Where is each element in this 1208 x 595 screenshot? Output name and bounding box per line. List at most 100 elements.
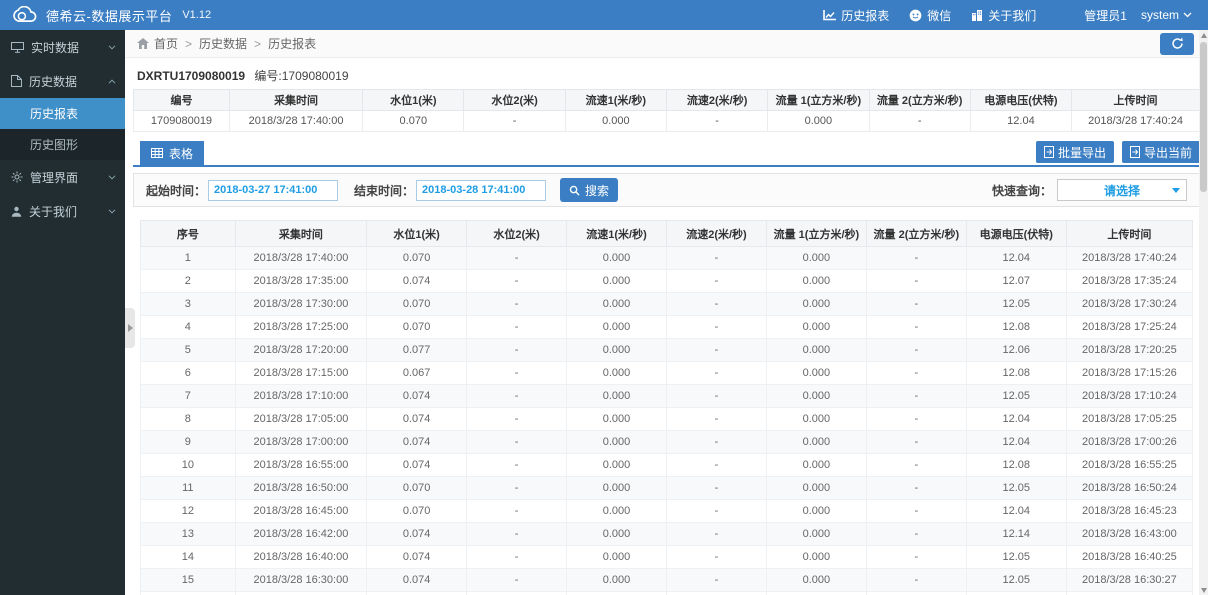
app-title: 德希云-数据展示平台 [46, 6, 172, 25]
table-row: 62018/3/28 17:15:000.067-0.000-0.000-12.… [141, 362, 1193, 385]
table-row: 52018/3/28 17:20:000.077-0.000-0.000-12.… [141, 339, 1193, 362]
table-cell: - [467, 454, 567, 477]
table-cell: 2018/3/28 16:50:24 [1066, 477, 1192, 500]
table-cell: - [666, 111, 767, 132]
quick-query-label: 快速查询： [992, 182, 1052, 199]
sidebar-collapse-handle[interactable] [125, 308, 135, 348]
table-cell: 2018/3/28 16:25:00 [235, 592, 367, 595]
sidebar-item-admin[interactable]: 管理界面 [0, 160, 125, 194]
table-cell: - [866, 569, 966, 592]
table-cell: - [467, 592, 567, 595]
table-cell: 0.000 [567, 385, 667, 408]
table-cell: - [666, 500, 766, 523]
table-cell: - [866, 408, 966, 431]
table-cell: - [666, 362, 766, 385]
device-name: DXRTU1709080019 [137, 69, 245, 83]
export-current-button[interactable]: 导出当前 [1122, 141, 1200, 163]
breadcrumb-history-data[interactable]: 历史数据 [178, 35, 247, 52]
table-cell: 0.000 [567, 270, 667, 293]
table-cell: 2018/3/28 17:40:24 [1066, 247, 1192, 270]
column-header: 水位2(米) [464, 90, 565, 111]
scroll-up-arrow[interactable] [1199, 30, 1208, 40]
table-row: 42018/3/28 17:25:000.070-0.000-0.000-12.… [141, 316, 1193, 339]
table-cell: - [866, 592, 966, 595]
table-cell: 12.04 [966, 408, 1066, 431]
table-cell: 2018/3/28 16:45:00 [235, 500, 367, 523]
table-cell: - [666, 592, 766, 595]
table-cell: 0.070 [367, 500, 467, 523]
table-cell: - [467, 523, 567, 546]
start-time-label: 起始时间： [146, 182, 206, 199]
table-cell: 0.000 [567, 339, 667, 362]
refresh-button[interactable] [1160, 33, 1194, 55]
breadcrumb: 首页 历史数据 历史报表 [125, 30, 1208, 58]
nav-link-wechat[interactable]: 微信 [909, 7, 951, 24]
table-cell: 0.000 [567, 592, 667, 595]
table-cell: - [464, 111, 565, 132]
search-button[interactable]: 搜索 [560, 178, 618, 202]
navbar-right: 历史报表 微信 关于我们 管理员1 system [823, 7, 1208, 24]
table-cell: 0.000 [766, 592, 866, 595]
table-cell: - [467, 385, 567, 408]
search-icon [569, 185, 580, 196]
brand: 德希云-数据展示平台 V1.12 [0, 6, 211, 25]
table-cell: 0.070 [367, 293, 467, 316]
table-cell: - [467, 247, 567, 270]
column-header: 流速2(米/秒) [666, 221, 766, 247]
sidebar-item-history-report[interactable]: 历史报表 [0, 98, 125, 129]
sidebar-item-history-graph[interactable]: 历史图形 [0, 129, 125, 160]
column-header: 流量 2(立方米/秒) [869, 90, 970, 111]
table-cell: 0.074 [367, 385, 467, 408]
cloud-logo-icon [10, 6, 38, 25]
table-cell: - [666, 454, 766, 477]
table-cell: 2018/3/28 17:25:00 [235, 316, 367, 339]
table-cell: - [866, 500, 966, 523]
table-cell: 12.07 [966, 270, 1066, 293]
tab-table[interactable]: 表格 [140, 141, 204, 165]
batch-export-button[interactable]: 批量导出 [1036, 141, 1114, 163]
breadcrumb-home[interactable]: 首页 [154, 35, 178, 52]
nav-link-history-report[interactable]: 历史报表 [823, 7, 889, 24]
table-row: 122018/3/28 16:45:000.070-0.000-0.000-12… [141, 500, 1193, 523]
table-cell: 2018/3/28 17:40:00 [235, 247, 367, 270]
table-cell: 16 [141, 592, 236, 595]
sidebar-item-history-data[interactable]: 历史数据 [0, 64, 125, 98]
end-time-input[interactable] [416, 180, 546, 201]
table-cell: 2018/3/28 16:42:00 [235, 523, 367, 546]
sidebar-item-realtime-data[interactable]: 实时数据 [0, 30, 125, 64]
nav-link-about-us[interactable]: 关于我们 [971, 7, 1036, 24]
column-header: 采集时间 [229, 90, 362, 111]
user-menu[interactable]: system [1141, 8, 1192, 22]
chart-icon [823, 10, 836, 21]
table-cell: - [666, 293, 766, 316]
table-cell: 12.04 [966, 247, 1066, 270]
table-row: 132018/3/28 16:42:000.074-0.000-0.000-12… [141, 523, 1193, 546]
table-cell: 0.000 [766, 431, 866, 454]
sidebar-item-about[interactable]: 关于我们 [0, 194, 125, 228]
table-cell: 2018/3/28 17:30:00 [235, 293, 367, 316]
table-cell: 2018/3/28 16:30:00 [235, 569, 367, 592]
grid-icon [151, 148, 163, 158]
refresh-icon [1171, 37, 1184, 50]
table-cell: 0.000 [766, 523, 866, 546]
table-cell: 0.070 [363, 111, 464, 132]
table-cell: - [467, 477, 567, 500]
vertical-scrollbar [1199, 30, 1208, 595]
table-cell: 0.074 [367, 431, 467, 454]
table-row: 22018/3/28 17:35:000.074-0.000-0.000-12.… [141, 270, 1193, 293]
table-cell: 12.05 [966, 293, 1066, 316]
scroll-down-arrow[interactable] [1199, 585, 1208, 595]
table-cell: 1 [141, 247, 236, 270]
table-cell: - [666, 247, 766, 270]
scrollbar-thumb[interactable] [1200, 42, 1207, 192]
table-cell: 2018/3/28 17:20:25 [1066, 339, 1192, 362]
quick-query-select[interactable]: 请选择 [1057, 179, 1187, 201]
table-cell: 0.000 [567, 362, 667, 385]
table-cell: 12.08 [966, 362, 1066, 385]
start-time-input[interactable] [208, 180, 338, 201]
monitor-icon [11, 42, 24, 53]
table-cell: 12.14 [966, 523, 1066, 546]
table-cell: 2018/3/28 17:40:24 [1072, 111, 1200, 132]
table-cell: 0.074 [367, 523, 467, 546]
user-role-label: 管理员1 [1084, 7, 1127, 24]
